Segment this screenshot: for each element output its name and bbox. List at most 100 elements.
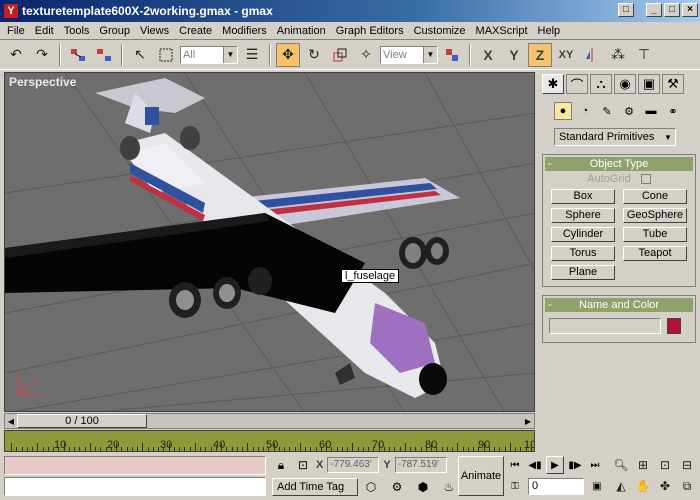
- next-frame-icon[interactable]: ▮▶: [566, 456, 584, 474]
- maximize-viewport-icon[interactable]: ⧉: [678, 477, 696, 495]
- pivot-icon[interactable]: ✧: [354, 43, 378, 67]
- geosphere-button[interactable]: GeoSphere: [623, 208, 687, 223]
- spacewarps-icon[interactable]: ⚭: [664, 102, 682, 120]
- menu-create[interactable]: Create: [174, 25, 217, 37]
- menu-tools[interactable]: Tools: [59, 25, 95, 37]
- axis-x-button[interactable]: X: [476, 43, 500, 67]
- utilities-tab-icon[interactable]: ⚒: [662, 74, 684, 94]
- percent-snap-icon[interactable]: ⬢: [414, 478, 432, 496]
- axis-xy-button[interactable]: XY: [554, 43, 578, 67]
- box-button[interactable]: Box: [551, 189, 615, 204]
- gmax-logo-icon[interactable]: Y: [4, 4, 18, 18]
- pivot-center-icon[interactable]: [440, 43, 464, 67]
- cylinder-button[interactable]: Cylinder: [551, 227, 615, 242]
- autogrid-checkbox[interactable]: AutoGrid: [543, 173, 695, 185]
- prompt-line-field[interactable]: [4, 477, 266, 496]
- motion-tab-icon[interactable]: ◉: [614, 74, 636, 94]
- track-bar[interactable]: 10 20 30 40 50 60 70 80 90 10: [4, 430, 535, 452]
- region-select-icon[interactable]: [154, 43, 178, 67]
- go-to-start-icon[interactable]: ⏮: [506, 456, 524, 474]
- move-icon[interactable]: ✥: [276, 42, 300, 67]
- animate-button[interactable]: Animate: [458, 456, 504, 496]
- absolute-mode-icon[interactable]: ⊡: [294, 456, 312, 474]
- mirror-icon[interactable]: [580, 43, 604, 67]
- redo-icon[interactable]: ↷: [30, 43, 54, 67]
- menu-group[interactable]: Group: [94, 25, 135, 37]
- menu-file[interactable]: File: [2, 25, 30, 37]
- minimize-button[interactable]: _: [646, 3, 662, 17]
- menu-graph-editors[interactable]: Graph Editors: [331, 25, 409, 37]
- cameras-icon[interactable]: ⚙: [620, 102, 638, 120]
- hierarchy-tab-icon[interactable]: ⛬: [590, 74, 612, 94]
- maxscript-listener-field[interactable]: [4, 456, 266, 475]
- unlink-selection-icon[interactable]: [92, 43, 116, 67]
- time-slider-thumb[interactable]: 0 / 100: [17, 414, 147, 428]
- chevron-left-icon[interactable]: ◀: [5, 417, 17, 426]
- align-icon[interactable]: ⊤: [632, 43, 656, 67]
- key-mode-icon[interactable]: ⚿: [506, 477, 524, 495]
- menu-maxscript[interactable]: MAXScript: [471, 25, 533, 37]
- axis-z-button[interactable]: Z: [528, 42, 552, 67]
- menu-animation[interactable]: Animation: [272, 25, 331, 37]
- create-tab-icon[interactable]: ✱: [542, 74, 564, 94]
- undo-icon[interactable]: ↶: [4, 43, 28, 67]
- geometry-icon[interactable]: ●: [554, 102, 572, 120]
- lights-icon[interactable]: ✎: [598, 102, 616, 120]
- viewport-label[interactable]: Perspective: [9, 75, 76, 89]
- angle-snap-icon[interactable]: ⚙: [388, 478, 406, 496]
- modify-tab-icon[interactable]: ⌒: [566, 74, 588, 94]
- axis-y-button[interactable]: Y: [502, 43, 526, 67]
- time-slider[interactable]: ◀ 0 / 100 ▶: [4, 413, 535, 429]
- play-icon[interactable]: ▶: [546, 456, 564, 474]
- teapot-button[interactable]: Teapot: [623, 246, 687, 261]
- plane-button[interactable]: Plane: [551, 265, 615, 280]
- close-button[interactable]: ×: [682, 3, 698, 17]
- current-frame-field[interactable]: 0: [528, 477, 584, 495]
- x-coordinate-field[interactable]: -779.463': [327, 457, 380, 473]
- previous-frame-icon[interactable]: ◀▮: [526, 456, 544, 474]
- menu-customize[interactable]: Customize: [409, 25, 471, 37]
- select-object-icon[interactable]: ↖: [128, 43, 152, 67]
- zoom-extents-icon[interactable]: ⊡: [656, 456, 674, 474]
- rotate-icon[interactable]: ↻: [302, 43, 326, 67]
- name-and-color-header[interactable]: - Name and Color: [545, 298, 693, 312]
- selection-filter-dropdown[interactable]: All ▼: [180, 45, 238, 64]
- y-coordinate-field[interactable]: -787.519': [394, 457, 447, 473]
- zoom-extents-all-icon[interactable]: ⊟: [678, 456, 696, 474]
- zoom-all-icon[interactable]: ⊞: [634, 456, 652, 474]
- select-and-link-icon[interactable]: [66, 43, 90, 67]
- object-name-field[interactable]: [549, 318, 661, 334]
- reference-coord-dropdown[interactable]: View ▼: [380, 45, 438, 64]
- select-by-name-icon[interactable]: ☰: [240, 43, 264, 67]
- maximize-button[interactable]: □: [664, 3, 680, 17]
- object-color-swatch[interactable]: [667, 318, 681, 334]
- arc-rotate-icon[interactable]: ✤: [656, 477, 674, 495]
- perspective-viewport[interactable]: x z y Perspective l_fuselage: [4, 72, 535, 412]
- add-time-tag-button[interactable]: Add Time Tag: [272, 478, 358, 496]
- spinner-snap-icon[interactable]: ♨: [440, 478, 458, 496]
- lock-icon[interactable]: 🔒︎: [272, 456, 290, 474]
- time-config-icon[interactable]: ▣: [588, 477, 606, 495]
- tube-button[interactable]: Tube: [623, 227, 687, 242]
- primitive-type-dropdown[interactable]: Standard Primitives ▼: [554, 128, 676, 146]
- object-type-header[interactable]: - Object Type: [545, 157, 693, 171]
- snap-toggle-icon[interactable]: ⬡: [362, 478, 380, 496]
- go-to-end-icon[interactable]: ⏭: [586, 456, 604, 474]
- menu-views[interactable]: Views: [135, 25, 174, 37]
- sphere-button[interactable]: Sphere: [551, 208, 615, 223]
- menu-help[interactable]: Help: [533, 25, 566, 37]
- scale-icon[interactable]: [328, 43, 352, 67]
- shapes-icon[interactable]: ◔: [576, 102, 594, 120]
- array-icon[interactable]: ⁂: [606, 43, 630, 67]
- display-tab-icon[interactable]: ▣: [638, 74, 660, 94]
- restore-icon[interactable]: □: [618, 3, 634, 17]
- cone-button[interactable]: Cone: [623, 189, 687, 204]
- helpers-icon[interactable]: ▬: [642, 102, 660, 120]
- torus-button[interactable]: Torus: [551, 246, 615, 261]
- field-of-view-icon[interactable]: ◭: [612, 477, 630, 495]
- chevron-right-icon[interactable]: ▶: [522, 417, 534, 426]
- zoom-icon[interactable]: 🔍︎: [612, 456, 630, 474]
- menu-edit[interactable]: Edit: [30, 25, 59, 37]
- pan-icon[interactable]: ✋: [634, 477, 652, 495]
- menu-modifiers[interactable]: Modifiers: [217, 25, 272, 37]
